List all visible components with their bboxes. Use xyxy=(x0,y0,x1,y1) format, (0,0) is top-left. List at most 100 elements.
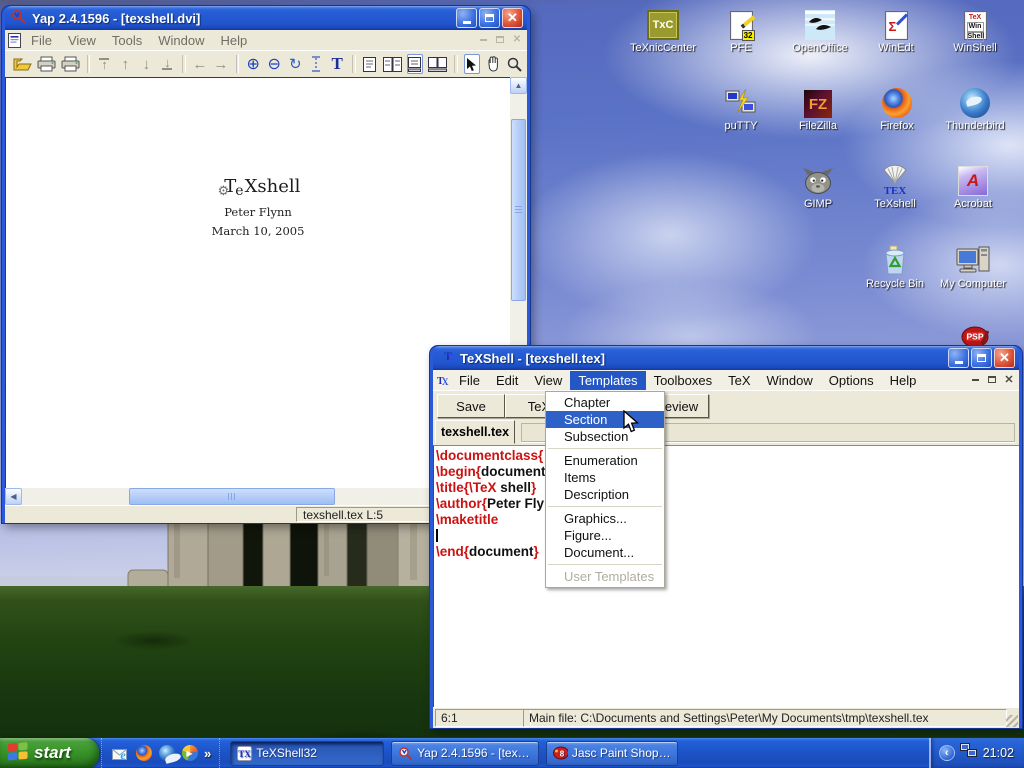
editor-line: \documentclass{ xyxy=(436,448,1019,464)
view-facing-pages-icon[interactable] xyxy=(383,54,402,74)
dvi-author: Peter Flynn xyxy=(6,205,510,219)
text-mode-icon[interactable]: T xyxy=(329,54,345,74)
svg-text:X: X xyxy=(442,377,449,387)
scroll-left-icon[interactable]: ◀ xyxy=(5,488,22,505)
menu-item-graphics[interactable]: Graphics... xyxy=(546,510,664,527)
select-tool-icon[interactable] xyxy=(464,54,481,74)
next-page-icon[interactable]: ↓ xyxy=(138,54,154,74)
yap-maximize-button[interactable] xyxy=(479,8,500,28)
view-single-page-icon[interactable] xyxy=(362,54,378,74)
menu-item-figure[interactable]: Figure... xyxy=(546,527,664,544)
desktop-icon-thunderbird[interactable]: Thunderbird xyxy=(937,84,1013,132)
yap-menu-file[interactable]: File xyxy=(23,31,60,50)
texshell-menu-help[interactable]: Help xyxy=(882,371,925,390)
menu-item-chapter[interactable]: Chapter xyxy=(546,394,664,411)
print-copies-icon[interactable] xyxy=(61,54,80,74)
yap-menu-help[interactable]: Help xyxy=(213,31,256,50)
save-button[interactable]: Save xyxy=(437,394,505,418)
view-continuous-icon[interactable] xyxy=(407,54,424,74)
mdi-minimize-icon[interactable] xyxy=(968,373,982,386)
texshell-menu-templates[interactable]: Templates xyxy=(570,371,645,390)
texshell-menu-options[interactable]: Options xyxy=(821,371,882,390)
internet-explorer-mail-icon[interactable]: e xyxy=(112,745,129,762)
texshell-menu-view[interactable]: View xyxy=(526,371,570,390)
magnifier-tool-icon[interactable] xyxy=(506,54,522,74)
texshell-titlebar[interactable]: TX TeXShell - [texshell.tex] ✕ xyxy=(433,346,1019,370)
texshell-maximize-button[interactable] xyxy=(971,348,992,368)
desktop-icon-openoffice[interactable]: OpenOffice xyxy=(782,6,858,54)
menu-item-subsection[interactable]: Subsection xyxy=(546,428,664,445)
menu-item-user-templates[interactable]: User Templates xyxy=(546,568,664,585)
yap-minimize-button[interactable] xyxy=(456,8,477,28)
mdi-restore-icon[interactable] xyxy=(985,373,999,386)
yap-menu-tools[interactable]: Tools xyxy=(104,31,150,50)
back-icon[interactable]: ← xyxy=(192,54,208,74)
texshell-minimize-button[interactable] xyxy=(948,348,969,368)
menu-item-description[interactable]: Description xyxy=(546,486,664,503)
yap-titlebar[interactable]: Yap 2.4.1596 - [texshell.dvi] ✕ xyxy=(5,6,527,30)
mdi-close-icon[interactable]: ✕ xyxy=(510,33,524,46)
desktop-icon-label: WinShell xyxy=(937,42,1013,54)
thunderbird-icon[interactable] xyxy=(158,745,175,762)
firefox-icon[interactable] xyxy=(135,745,152,762)
desktop-icon-putty[interactable]: puTTY xyxy=(703,84,779,132)
print-icon[interactable] xyxy=(37,54,56,74)
first-page-icon[interactable]: ↑ xyxy=(96,54,112,74)
forward-icon[interactable]: → xyxy=(213,54,229,74)
refresh-icon[interactable]: ↻ xyxy=(287,54,303,74)
yap-menu-view[interactable]: View xyxy=(60,31,104,50)
desktop-icon-recyclebin[interactable]: Recycle Bin xyxy=(857,242,933,290)
pfe-icon: 32 xyxy=(730,11,753,40)
last-page-icon[interactable]: ↓ xyxy=(159,54,175,74)
quicklaunch-overflow-chevron-icon[interactable]: » xyxy=(204,746,211,761)
yap-close-button[interactable]: ✕ xyxy=(502,8,523,28)
desktop-icon-mycomputer[interactable]: My Computer xyxy=(935,242,1011,290)
yap-vscroll-thumb[interactable] xyxy=(511,119,526,301)
texshell-menu-toolboxes[interactable]: Toolboxes xyxy=(646,371,721,390)
menu-item-items[interactable]: Items xyxy=(546,469,664,486)
mdi-minimize-icon[interactable] xyxy=(476,33,490,46)
texshell-menu-edit[interactable]: Edit xyxy=(488,371,526,390)
start-button[interactable]: start xyxy=(0,738,99,768)
taskbar-button-psp[interactable]: 8Jasc Paint Shop Pro xyxy=(546,741,678,766)
menu-item-document[interactable]: Document... xyxy=(546,544,664,561)
menu-item-section[interactable]: Section xyxy=(546,411,664,428)
hand-tool-icon[interactable] xyxy=(485,54,501,74)
prev-page-icon[interactable]: ↑ xyxy=(117,54,133,74)
scroll-up-icon[interactable]: ▲ xyxy=(510,77,527,94)
texshell-menu-file[interactable]: File xyxy=(451,371,488,390)
menu-item-enumeration[interactable]: Enumeration xyxy=(546,452,664,469)
desktop-icon-pfe[interactable]: 32PFE xyxy=(703,6,779,54)
texshell-close-button[interactable]: ✕ xyxy=(994,348,1015,368)
text-caret xyxy=(436,529,438,542)
desktop-icon-gimp[interactable]: GIMP xyxy=(780,162,856,210)
zoom-in-icon[interactable]: ⊕ xyxy=(245,54,261,74)
resize-grip[interactable] xyxy=(1006,715,1018,727)
dvi-date: March 10, 2005 xyxy=(6,224,510,238)
hide-icons-chevron-icon[interactable]: ‹ xyxy=(939,745,955,761)
view-continuous-facing-icon[interactable] xyxy=(428,54,447,74)
open-icon[interactable] xyxy=(13,54,32,74)
desktop-icon-texshell[interactable]: TEXTeXshell xyxy=(857,162,933,210)
texshell-editor[interactable]: \documentclass{\begin{document}\title{\T… xyxy=(433,445,1019,707)
gear-glyph: ⚙ xyxy=(218,184,230,199)
tab-texshell-tex[interactable]: texshell.tex xyxy=(435,420,515,444)
texshell-menu-window[interactable]: Window xyxy=(759,371,821,390)
ruler-icon[interactable] xyxy=(308,54,324,74)
taskbar-button-yap[interactable]: Yap 2.4.1596 - [texs... xyxy=(391,741,539,766)
yap-hscroll-thumb[interactable] xyxy=(129,488,335,505)
desktop-icon-winedt[interactable]: ΣWinEdt xyxy=(858,6,934,54)
zoom-out-icon[interactable]: ⊖ xyxy=(266,54,282,74)
desktop-icon-firefox[interactable]: Firefox xyxy=(859,84,935,132)
network-icon[interactable] xyxy=(960,743,978,763)
texshell-menu-tex[interactable]: TeX xyxy=(720,371,758,390)
yap-menu-window[interactable]: Window xyxy=(150,31,212,50)
desktop-icon-filezilla[interactable]: FZFileZilla xyxy=(780,84,856,132)
desktop-icon-texniccenter[interactable]: TxCTeXnicCenter xyxy=(625,6,701,54)
desktop-icon-acrobat[interactable]: AAcrobat xyxy=(935,162,1011,210)
mdi-restore-icon[interactable] xyxy=(493,33,507,46)
taskbar-button-texshell32[interactable]: TXTeXShell32 xyxy=(230,741,384,766)
mdi-close-icon[interactable]: ✕ xyxy=(1002,373,1016,386)
desktop-icon-winshell[interactable]: TeXWinShellWinShell xyxy=(937,6,1013,54)
media-player-icon[interactable]: ▶ xyxy=(181,745,198,762)
